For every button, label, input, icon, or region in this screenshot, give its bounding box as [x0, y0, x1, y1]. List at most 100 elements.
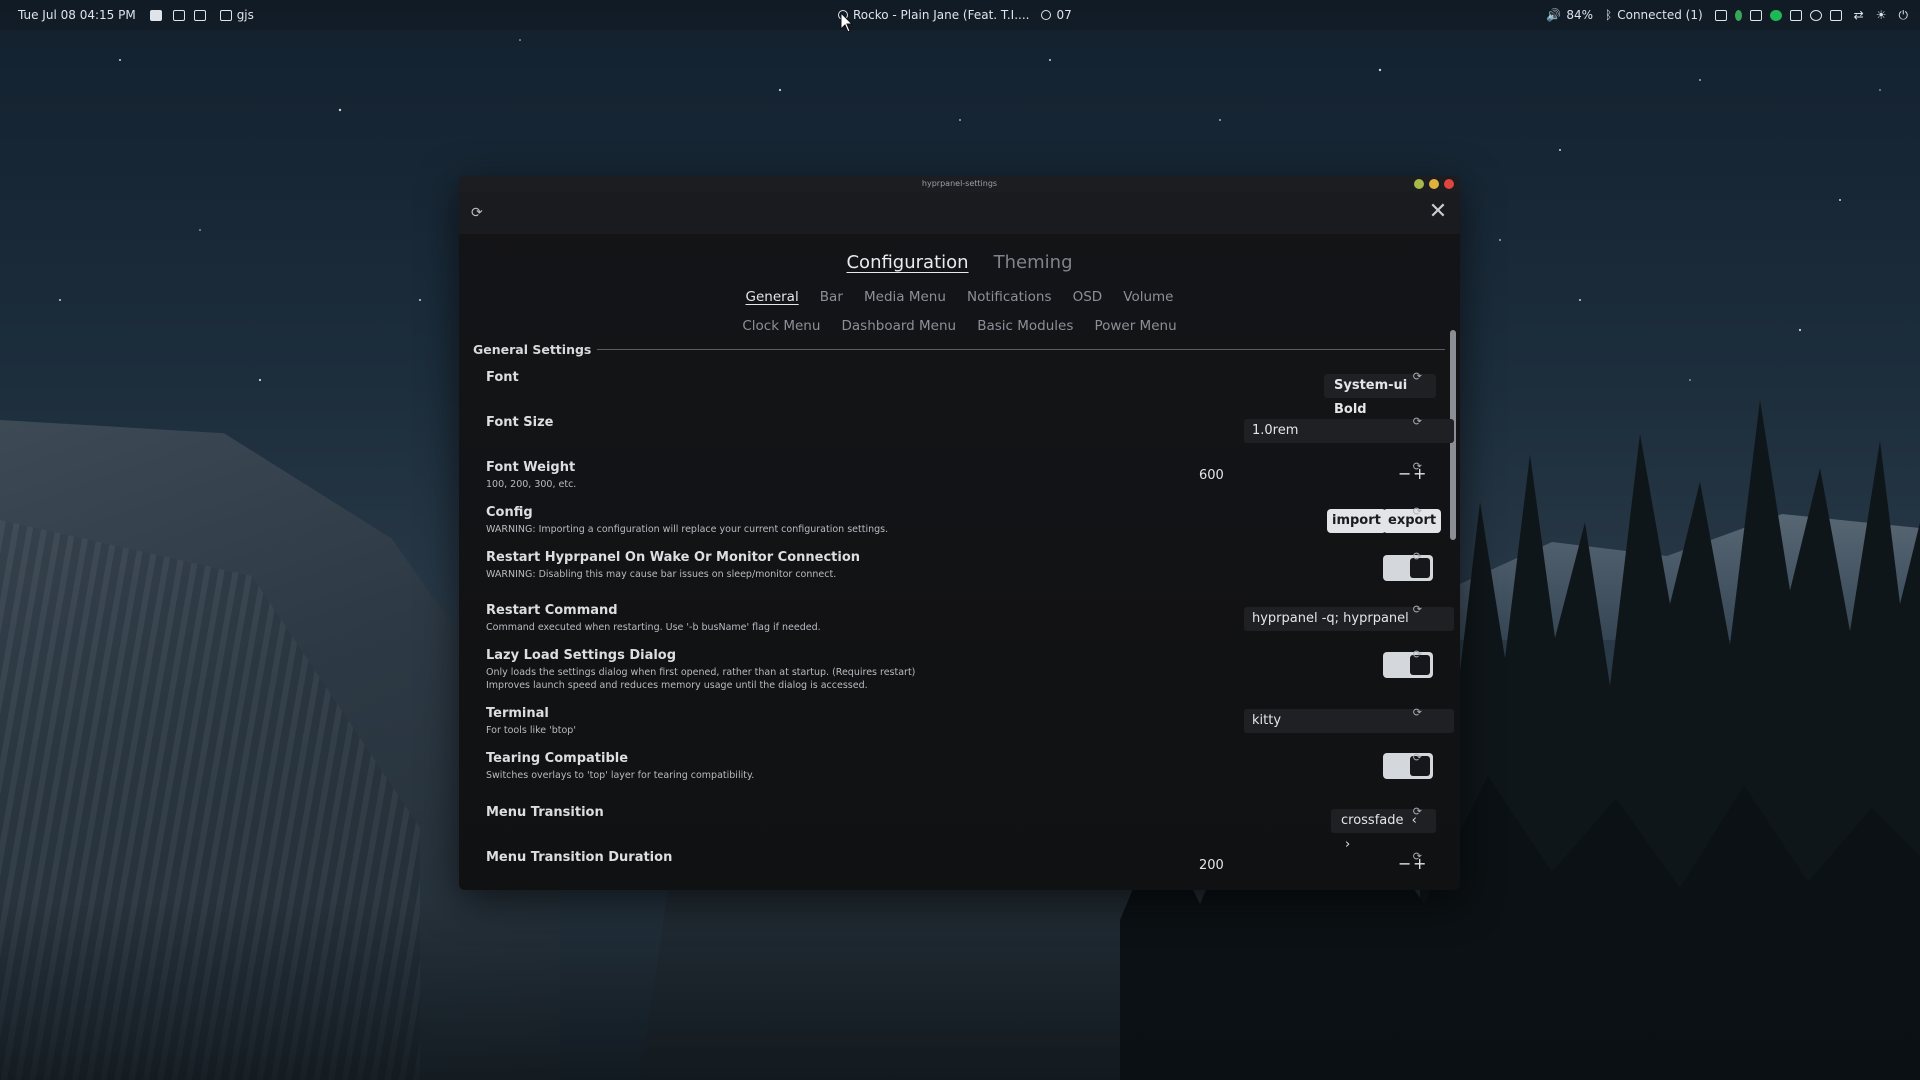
- terminal-input[interactable]: kitty: [1244, 709, 1454, 733]
- setting-tearing-compatible: Tearing Compatible Switches overlays to …: [486, 751, 1436, 795]
- font-size-input[interactable]: 1.0rem: [1244, 419, 1454, 443]
- speaker-icon: 🔊: [1546, 8, 1562, 22]
- package-icon: [1041, 10, 1052, 20]
- setting-title: Tearing Compatible: [486, 751, 629, 766]
- decrement-button[interactable]: −: [1398, 854, 1411, 873]
- tab-clock-menu[interactable]: Clock Menu: [742, 318, 820, 334]
- wifi-icon[interactable]: [1789, 9, 1802, 21]
- workspace-icons[interactable]: [149, 9, 206, 21]
- main-tabs: Configuration Theming: [459, 252, 1460, 273]
- lazy-load-toggle[interactable]: [1383, 652, 1433, 678]
- discord-icon[interactable]: [1714, 9, 1727, 21]
- window-title: hyprpanel-settings: [921, 179, 998, 188]
- setting-title: Font: [486, 370, 519, 385]
- setting-font-size: Font Size 1.0rem ⟳: [486, 415, 1454, 455]
- setting-subtitle: WARNING: Disabling this may cause bar is…: [486, 569, 837, 580]
- reset-icon[interactable]: ⟳: [1413, 751, 1422, 764]
- tab-media-menu[interactable]: Media Menu: [864, 289, 946, 305]
- setting-font-weight: Font Weight 100, 200, 300, etc. 600 − + …: [486, 460, 1436, 500]
- window-icon: [219, 9, 232, 21]
- tab-power-menu[interactable]: Power Menu: [1094, 318, 1176, 334]
- workspace-3-icon[interactable]: [193, 9, 206, 21]
- sub-tabs-row-1: General Bar Media Menu Notifications OSD…: [459, 286, 1460, 305]
- brightness-icon[interactable]: ☀: [1876, 8, 1887, 22]
- setting-subtitle: WARNING: Importing a configuration will …: [486, 524, 889, 535]
- workspace-2-icon[interactable]: [172, 9, 185, 21]
- reset-icon[interactable]: ⟳: [1413, 805, 1422, 818]
- tab-dashboard-menu[interactable]: Dashboard Menu: [842, 318, 957, 334]
- settings-content: Configuration Theming General Bar Media …: [459, 234, 1460, 890]
- setting-subtitle-line: Only loads the settings dialog when firs…: [486, 667, 916, 678]
- clock[interactable]: Tue Jul 08 04:15 PM: [18, 8, 136, 22]
- media-title: Rocko - Plain Jane (Feat. T.I....: [853, 8, 1030, 22]
- menu-transition-value: crossfade: [1341, 813, 1404, 828]
- import-button[interactable]: import: [1327, 509, 1386, 533]
- restart-on-wake-toggle[interactable]: [1383, 555, 1433, 581]
- dialog-header: ⟳ ✕: [459, 192, 1460, 234]
- menu-transition-duration-stepper[interactable]: 200: [1191, 854, 1359, 878]
- bluetooth-widget[interactable]: ᛒ Connected (1): [1605, 8, 1703, 22]
- reset-icon[interactable]: ⟳: [1413, 550, 1422, 563]
- media-widget[interactable]: Rocko - Plain Jane (Feat. T.I....: [838, 8, 1029, 22]
- settings-window: hyprpanel-settings ⟳ ✕ Configuration The…: [459, 176, 1460, 890]
- window-titlebar[interactable]: hyprpanel-settings: [459, 176, 1460, 192]
- setting-subtitle: Only loads the settings dialog when firs…: [486, 666, 1436, 692]
- tab-notifications[interactable]: Notifications: [967, 289, 1052, 305]
- reset-icon[interactable]: ⟳: [1413, 648, 1422, 661]
- section-title: General Settings: [473, 341, 592, 357]
- bluetooth-status: Connected (1): [1617, 8, 1703, 22]
- tab-general[interactable]: General: [746, 289, 799, 305]
- bluetooth-icon: ᛒ: [1605, 8, 1613, 22]
- tab-basic-modules[interactable]: Basic Modules: [977, 318, 1073, 334]
- reset-icon[interactable]: ⟳: [1413, 603, 1422, 616]
- tab-theming[interactable]: Theming: [994, 252, 1073, 273]
- maximize-button[interactable]: [1429, 179, 1439, 189]
- tab-volume[interactable]: Volume: [1123, 289, 1173, 305]
- reset-icon[interactable]: ⟳: [1413, 850, 1422, 863]
- reset-icon[interactable]: ⟳: [1413, 706, 1422, 719]
- network-icon[interactable]: ⇄: [1854, 8, 1864, 22]
- minimize-button[interactable]: [1414, 179, 1424, 189]
- setting-font: Font System-ui Bold ⟳: [486, 370, 1436, 417]
- updates-count: 07: [1056, 8, 1072, 22]
- setting-lazy-load: Lazy Load Settings Dialog Only loads the…: [486, 648, 1436, 700]
- system-tray: [1714, 9, 1842, 21]
- setting-title: Menu Transition: [486, 805, 604, 820]
- monitor-icon[interactable]: [1829, 9, 1842, 21]
- setting-title: Config: [486, 505, 533, 520]
- restart-command-input[interactable]: hyprpanel -q; hyprpanel: [1244, 607, 1454, 631]
- close-icon[interactable]: ✕: [1426, 201, 1450, 225]
- setting-subtitle: Switches overlays to 'top' layer for tea…: [486, 770, 755, 781]
- volume-widget[interactable]: 🔊 84%: [1546, 8, 1593, 22]
- power-icon[interactable]: ⏻: [1899, 8, 1909, 23]
- tab-configuration[interactable]: Configuration: [846, 252, 968, 273]
- tray-green-icon[interactable]: [1734, 9, 1742, 21]
- font-weight-stepper[interactable]: 600: [1191, 464, 1359, 488]
- setting-terminal: Terminal For tools like 'btop' kitty ⟳: [486, 706, 1454, 746]
- reset-icon[interactable]: ⟳: [1413, 415, 1422, 428]
- window-title[interactable]: gjs: [219, 8, 254, 22]
- refresh-icon[interactable]: ⟳: [471, 205, 483, 221]
- setting-title: Restart Hyprpanel On Wake Or Monitor Con…: [486, 550, 861, 565]
- window-close-button[interactable]: [1444, 179, 1454, 189]
- reset-icon[interactable]: ⟳: [1413, 370, 1422, 383]
- spotify-icon[interactable]: [1769, 9, 1782, 21]
- setting-restart-on-wake: Restart Hyprpanel On Wake Or Monitor Con…: [486, 550, 1436, 598]
- setting-restart-command: Restart Command Command executed when re…: [486, 603, 1454, 643]
- reset-icon[interactable]: ⟳: [1413, 505, 1422, 518]
- volume-level: 84%: [1566, 8, 1594, 22]
- steam-icon[interactable]: [1809, 9, 1822, 21]
- tab-osd[interactable]: OSD: [1073, 289, 1103, 305]
- window-title-label: gjs: [236, 8, 254, 22]
- reset-icon[interactable]: ⟳: [1413, 460, 1422, 473]
- setting-title: Lazy Load Settings Dialog: [486, 648, 677, 663]
- tearing-compatible-toggle[interactable]: [1383, 753, 1433, 779]
- setting-subtitle-line: Improves launch speed and reduces memory…: [486, 680, 868, 691]
- decrement-button[interactable]: −: [1398, 464, 1411, 483]
- grid-icon[interactable]: [1749, 9, 1762, 21]
- section-header: General Settings: [473, 339, 1445, 359]
- setting-config: Config WARNING: Importing a configuratio…: [486, 505, 1442, 545]
- workspace-1-icon[interactable]: [149, 9, 162, 21]
- updates-widget[interactable]: 07: [1041, 8, 1072, 22]
- tab-bar[interactable]: Bar: [820, 289, 843, 305]
